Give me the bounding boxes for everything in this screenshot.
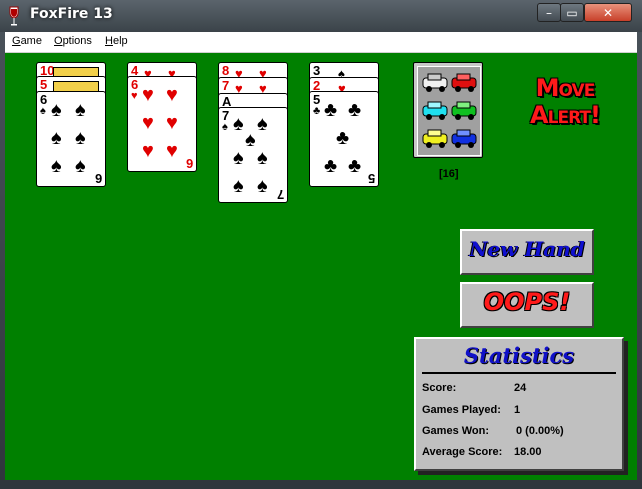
new-hand-button[interactable]: New Hand (460, 229, 594, 275)
games-played-label: Games Played: (422, 404, 501, 416)
card-top[interactable]: 5 ♣ ♣ ♣ ♣ ♣ ♣ 5 (309, 91, 379, 187)
card-top[interactable]: 6 ♠ ♠ ♠ ♠ ♠ ♠ ♠ 6 (36, 91, 106, 187)
average-score-value: 18.00 (514, 446, 542, 458)
car-icon (422, 129, 448, 148)
score-label: Score: (422, 382, 457, 394)
menu-options[interactable]: Options (54, 35, 92, 47)
window-title: FoxFire 13 (30, 6, 113, 22)
move-alert-indicator: Move Alert! (530, 74, 601, 129)
divider (422, 372, 616, 374)
menu-help[interactable]: Help (105, 35, 128, 47)
car-icon (451, 73, 477, 92)
maximize-button[interactable]: ▭ (560, 3, 584, 22)
app-window: FoxFire 13 – ▭ ✕ Game Options Help 10 5 … (0, 0, 642, 489)
deck-count: [16] (439, 168, 459, 180)
car-icon (422, 101, 448, 120)
minimize-button[interactable]: – (537, 3, 561, 22)
title-bar[interactable]: FoxFire 13 – ▭ ✕ (0, 0, 642, 32)
games-played-value: 1 (514, 404, 521, 416)
card-top[interactable]: 7 ♠ ♠ ♠ ♠ ♠ ♠ ♠ ♠ 7 (218, 107, 288, 203)
car-icon (451, 129, 477, 148)
score-value: 24 (514, 382, 527, 394)
wine-glass-icon (9, 6, 19, 26)
menu-bar: Game Options Help (5, 32, 637, 53)
card-top[interactable]: 6 ♥ ♥ ♥ ♥ ♥ ♥ ♥ 6 (127, 76, 197, 172)
deck-stock[interactable] (413, 62, 483, 158)
car-icon (422, 73, 448, 92)
games-won-value: 0 (0.00%) (516, 425, 564, 437)
oops-undo-button[interactable]: OOPS! (460, 282, 594, 328)
card-back (417, 66, 481, 156)
close-button[interactable]: ✕ (584, 3, 632, 22)
games-won-label: Games Won: (422, 425, 490, 437)
statistics-title: Statistics (463, 343, 575, 368)
car-icon (451, 101, 477, 120)
menu-game[interactable]: Game (12, 35, 42, 47)
statistics-panel: Statistics Score: 24 Games Played: 1 Gam… (414, 337, 624, 471)
average-score-label: Average Score: (422, 446, 503, 458)
game-felt: 10 5 6 ♠ ♠ ♠ ♠ ♠ ♠ ♠ 6 4 ♥ ♥ 6 ♥ ♥ ♥ ♥ ♥… (5, 53, 637, 480)
